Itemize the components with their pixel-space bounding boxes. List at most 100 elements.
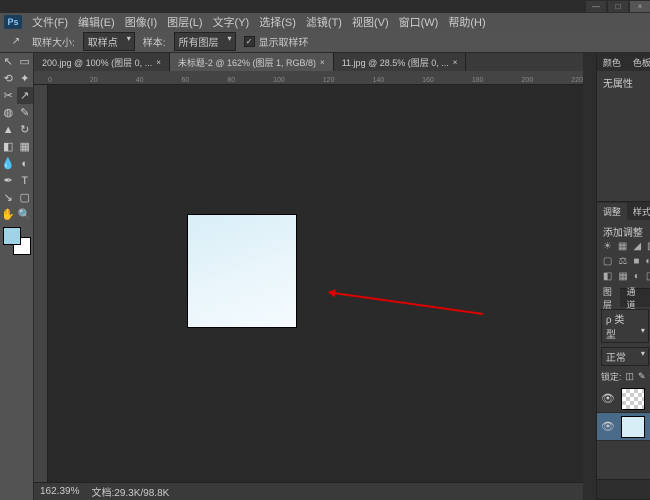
sample-size-dropdown[interactable]: 取样点 — [83, 32, 135, 51]
lock-label: 锁定: — [601, 370, 622, 383]
adj-icon[interactable]: ■ — [633, 256, 639, 267]
doc-tab-0[interactable]: 200.jpg @ 100% (图层 0, ... × — [34, 53, 170, 71]
lock-trans-icon[interactable]: ◫ — [625, 371, 634, 382]
tab-close-icon[interactable]: × — [156, 58, 161, 67]
menu-view[interactable]: 视图(V) — [348, 13, 393, 31]
ruler-tick: 40 — [136, 77, 144, 84]
adj-icon[interactable]: ◧ — [603, 271, 612, 282]
adj-icon[interactable]: ⚖ — [618, 256, 627, 267]
type-tool[interactable]: T — [17, 172, 34, 189]
tab-color[interactable]: 颜色 — [597, 54, 627, 71]
eraser-tool[interactable]: ◧ — [0, 138, 17, 155]
lasso-tool[interactable]: ⟲ — [0, 70, 17, 87]
doc-tab-1[interactable]: 未标题-2 @ 162% (图层 1, RGB/8) × — [170, 53, 334, 71]
ps-logo: Ps — [4, 15, 22, 29]
eyedropper-icon: ↗ — [8, 34, 24, 50]
close-button[interactable]: × — [630, 1, 650, 12]
menu-type[interactable]: 文字(Y) — [209, 13, 254, 31]
show-ring-label: 显示取样环 — [259, 34, 309, 49]
history-brush-tool[interactable]: ↻ — [17, 121, 34, 138]
layer-row[interactable]: 👁 图层 — [597, 413, 650, 441]
adj-icon[interactable]: ◐ — [645, 256, 650, 267]
menu-window[interactable]: 窗口(W) — [395, 13, 443, 31]
options-bar: ↗ 取样大小: 取样点 样本: 所有图层 ✓ 显示取样环 — [0, 31, 650, 53]
sample-layers-dropdown[interactable]: 所有图层 — [174, 32, 236, 51]
maximize-button[interactable]: □ — [608, 1, 628, 12]
menubar: Ps 文件(F) 编辑(E) 图像(I) 图层(L) 文字(Y) 选择(S) 滤… — [0, 13, 650, 31]
adj-levels-icon[interactable]: ▦ — [618, 241, 627, 252]
adj-icon[interactable]: ◐ — [634, 271, 640, 282]
zoom-value[interactable]: 162.39% — [40, 486, 79, 497]
pen-tool[interactable]: ✒ — [0, 172, 17, 189]
menu-select[interactable]: 选择(S) — [255, 13, 300, 31]
layer-filter-dropdown[interactable]: ρ 类型 — [601, 309, 649, 343]
ruler-tick: 220 — [571, 77, 583, 84]
layer-list: 👁 图层 2 👁 图层 — [597, 385, 650, 479]
blend-mode-dropdown[interactable]: 正常 — [601, 347, 649, 366]
layer-row[interactable]: 👁 图层 2 — [597, 385, 650, 413]
zoom-tool[interactable]: 🔍 — [17, 206, 34, 223]
gradient-tool[interactable]: ▦ — [17, 138, 34, 155]
ruler-tick: 140 — [372, 77, 384, 84]
adj-row-1: ☀▦◢▨☑▥ — [603, 239, 650, 254]
tab-styles[interactable]: 样式 — [627, 203, 650, 220]
color-swatches[interactable] — [3, 227, 31, 255]
ruler-tick: 0 — [48, 77, 52, 84]
panel-dock[interactable] — [583, 53, 597, 500]
layer-thumbnail[interactable] — [621, 388, 645, 410]
minimize-button[interactable]: — — [586, 1, 606, 12]
blur-tool[interactable]: 💧 — [0, 155, 17, 172]
menu-filter[interactable]: 滤镜(T) — [302, 13, 346, 31]
show-ring-checkbox[interactable]: ✓ 显示取样环 — [244, 34, 309, 49]
crop-tool[interactable]: ✂ — [0, 87, 17, 104]
toolbox: ↖▭ ⟲✦ ✂↗ ◍✎ ▲↻ ◧▦ 💧◐ ✒T ↘▢ ✋🔍 — [0, 53, 34, 500]
shape-tool[interactable]: ▢ — [17, 189, 34, 206]
adj-icon[interactable]: ▢ — [603, 256, 612, 267]
add-adjustment-label: 添加调整 — [603, 224, 650, 239]
fg-color[interactable] — [3, 227, 21, 245]
lock-pixel-icon[interactable]: ✎ — [638, 371, 646, 382]
ruler-tick: 120 — [323, 77, 335, 84]
menu-edit[interactable]: 编辑(E) — [74, 13, 119, 31]
ruler-tick: 180 — [472, 77, 484, 84]
ruler-tick: 160 — [422, 77, 434, 84]
tab-label: 200.jpg @ 100% (图层 0, ... — [42, 56, 152, 69]
stamp-tool[interactable]: ▲ — [0, 121, 17, 138]
ruler-horizontal: 020406080100120140160180200220 — [34, 71, 583, 85]
tab-label: 未标题-2 @ 162% (图层 1, RGB/8) — [178, 56, 316, 69]
eyedropper-tool[interactable]: ↗ — [17, 87, 34, 104]
tab-adjustments[interactable]: 调整 — [597, 203, 627, 220]
layer-thumbnail[interactable] — [621, 416, 645, 438]
menu-file[interactable]: 文件(F) — [28, 13, 72, 31]
heal-tool[interactable]: ◍ — [0, 104, 17, 121]
dodge-tool[interactable]: ◐ — [17, 155, 34, 172]
marquee-tool[interactable]: ▭ — [17, 53, 34, 70]
visibility-icon[interactable]: 👁 — [601, 420, 615, 433]
canvas[interactable] — [188, 215, 296, 327]
brush-tool[interactable]: ✎ — [17, 104, 34, 121]
visibility-icon[interactable]: 👁 — [601, 392, 615, 405]
tab-swatches[interactable]: 色板 — [627, 54, 650, 71]
menu-help[interactable]: 帮助(H) — [444, 13, 489, 31]
doc-info: 文档:29.3K/98.8K — [91, 484, 169, 499]
adj-icon[interactable]: ◨ — [646, 271, 650, 282]
canvas-background[interactable] — [48, 85, 583, 482]
ruler-tick: 20 — [90, 77, 98, 84]
doc-tab-2[interactable]: 11.jpg @ 28.5% (图层 0, ...× — [334, 53, 467, 71]
adj-icon[interactable]: ▦ — [618, 271, 627, 282]
adj-brightness-icon[interactable]: ☀ — [603, 241, 612, 252]
ruler-vertical — [34, 85, 48, 482]
move-tool[interactable]: ↖ — [0, 53, 17, 70]
menu-layer[interactable]: 图层(L) — [163, 13, 206, 31]
hand-tool[interactable]: ✋ — [0, 206, 17, 223]
layers-panel: 图层 通道 路径 段落 历史记录 ▾≡ ρ 类型 ▦ ◐ T ◫ ◆ 正常 — [597, 289, 650, 500]
path-tool[interactable]: ↘ — [0, 189, 17, 206]
tab-close-icon[interactable]: × — [453, 58, 458, 67]
menu-image[interactable]: 图像(I) — [121, 13, 161, 31]
properties-body: 无属性 — [597, 71, 650, 201]
adj-row-2: ▢⚖■◐□■ — [603, 254, 650, 269]
ruler-tick: 60 — [182, 77, 190, 84]
wand-tool[interactable]: ✦ — [17, 70, 34, 87]
tab-close-icon[interactable]: × — [320, 58, 325, 67]
adj-curves-icon[interactable]: ◢ — [633, 241, 641, 252]
